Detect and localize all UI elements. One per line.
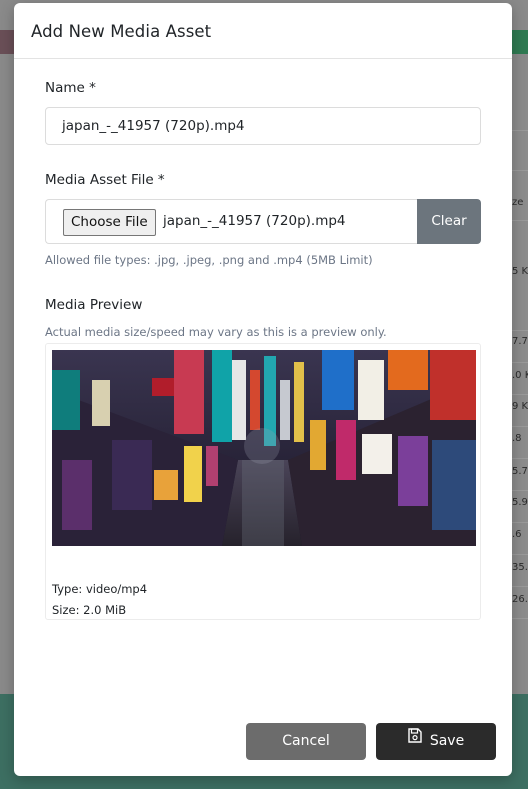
background-row-divider bbox=[512, 586, 528, 587]
background-row-divider bbox=[512, 220, 528, 221]
add-media-asset-modal: Add New Media Asset Name * japan_-_41957… bbox=[14, 3, 512, 776]
choose-file-button[interactable]: Choose File bbox=[63, 209, 156, 236]
media-asset-file-input-group: Choose File japan_-_41957 (720p).mp4 Cle… bbox=[45, 199, 481, 244]
background-row-divider bbox=[512, 130, 528, 131]
background-size-cell: 7.7 bbox=[512, 336, 528, 347]
background-size-cell: 9 K bbox=[512, 401, 528, 412]
floppy-disk-icon bbox=[408, 721, 422, 758]
background-size-cell: 26.0 bbox=[512, 594, 528, 605]
cancel-button[interactable]: Cancel bbox=[246, 723, 366, 760]
background-size-cell: 5.7 bbox=[512, 466, 528, 477]
allowed-file-types-help: Allowed file types: .jpg, .jpeg, .png an… bbox=[45, 253, 373, 267]
media-preview-card: Type: video/mp4 Size: 2.0 MiB bbox=[45, 343, 481, 620]
media-size-text: Size: 2.0 MiB bbox=[52, 603, 127, 617]
background-row-divider bbox=[512, 490, 528, 491]
background-row-divider bbox=[512, 170, 528, 171]
preview-note: Actual media size/speed may vary as this… bbox=[45, 325, 387, 339]
name-input[interactable]: japan_-_41957 (720p).mp4 bbox=[45, 107, 481, 145]
background-row-divider bbox=[512, 426, 528, 427]
background-row-divider bbox=[512, 394, 528, 395]
media-preview-label: Media Preview bbox=[45, 297, 143, 313]
background-size-cell: 5 K bbox=[512, 266, 528, 277]
media-asset-file-label: Media Asset File * bbox=[45, 172, 165, 188]
background-size-cell: 35.2 bbox=[512, 562, 528, 573]
background-size-cell: .6 bbox=[512, 529, 522, 540]
background-column-header: ze bbox=[512, 197, 524, 208]
selected-file-name: japan_-_41957 (720p).mp4 bbox=[163, 213, 346, 229]
background-row-divider bbox=[512, 618, 528, 619]
background-size-cell: .8 bbox=[512, 433, 522, 444]
background-row-divider bbox=[512, 522, 528, 523]
save-label: Save bbox=[429, 733, 465, 749]
background-row-divider bbox=[512, 330, 528, 331]
background-topbar-accent bbox=[510, 30, 528, 54]
background-row-divider bbox=[512, 362, 528, 363]
background-row-divider bbox=[512, 458, 528, 459]
video-preview[interactable] bbox=[52, 350, 476, 546]
background-row-divider bbox=[512, 554, 528, 555]
save-button[interactable]: Save bbox=[376, 723, 496, 760]
name-label: Name * bbox=[45, 80, 96, 96]
background-size-cell: .0 K bbox=[512, 370, 528, 381]
media-type-text: Type: video/mp4 bbox=[52, 582, 148, 596]
background-size-cell: 5.9 bbox=[512, 497, 528, 508]
clear-button[interactable]: Clear bbox=[417, 199, 481, 244]
modal-header: Add New Media Asset bbox=[14, 3, 512, 59]
file-input[interactable]: Choose File japan_-_41957 (720p).mp4 bbox=[45, 199, 417, 244]
modal-title: Add New Media Asset bbox=[31, 22, 212, 41]
neon-alley-video-frame bbox=[52, 350, 476, 546]
